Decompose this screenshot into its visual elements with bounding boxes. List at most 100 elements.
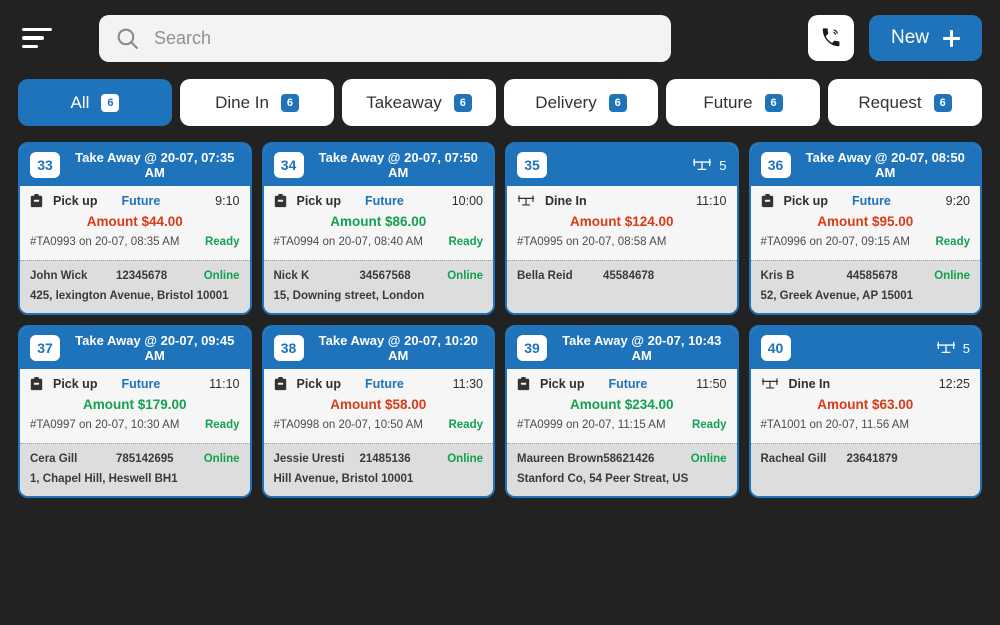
- customer-phone: 34567568: [360, 270, 411, 282]
- order-ticket-row: #TA0993 on 20-07, 08:35 AM Ready: [30, 236, 240, 253]
- pickup-bag-icon: [274, 377, 287, 391]
- order-header-title: Take Away @ 20-07, 07:50 AM: [314, 150, 484, 180]
- pickup-bag-icon: [517, 377, 530, 391]
- tab-all[interactable]: All 6: [18, 79, 172, 126]
- customer-name: Bella Reid: [517, 270, 603, 282]
- tab-takeaway[interactable]: Takeaway 6: [342, 79, 496, 126]
- order-card-38[interactable]: 38 Take Away @ 20-07, 10:20 AM: [262, 325, 496, 498]
- order-time: 11:50: [696, 377, 726, 391]
- order-card-grid: 33 Take Away @ 20-07, 07:35 AM: [0, 126, 1000, 498]
- order-ticket-row: #TA0994 on 20-07, 08:40 AM Ready: [274, 236, 484, 253]
- tab-label: Takeaway: [366, 93, 442, 113]
- order-time: 11:10: [209, 377, 239, 391]
- order-channel-label: Online: [934, 270, 970, 282]
- order-ticket-id: #TA0995 on 20-07, 08:58 AM: [517, 236, 666, 248]
- order-status-badge: Ready: [448, 236, 483, 248]
- new-order-button[interactable]: New: [869, 15, 982, 61]
- phone-call-button[interactable]: [808, 15, 854, 61]
- order-channel-label: Online: [204, 453, 240, 465]
- customer-row: Racheal Gill 23641879: [761, 453, 971, 465]
- table-number: 5: [719, 158, 726, 173]
- pickup-bag-icon: [30, 377, 43, 391]
- tab-count-badge: 6: [454, 94, 472, 112]
- order-amount: Amount $124.00: [517, 214, 727, 229]
- order-mode-row: Pick up Future 9:20: [761, 194, 971, 208]
- order-time: 12:25: [939, 377, 970, 391]
- customer-name: Cera Gill: [30, 453, 116, 465]
- table-number: 5: [963, 341, 970, 356]
- dining-table-icon: [517, 195, 535, 208]
- order-status-badge: Ready: [692, 419, 727, 431]
- order-ticket-id: #TA0997 on 20-07, 10:30 AM: [30, 419, 179, 431]
- order-mode-label: Pick up: [297, 377, 341, 391]
- order-status-badge: Ready: [205, 236, 240, 248]
- tab-request[interactable]: Request 6: [828, 79, 982, 126]
- tab-count-badge: 6: [101, 94, 119, 112]
- customer-name: Kris B: [761, 270, 847, 282]
- customer-row: Kris B 44585678 Online: [761, 270, 971, 282]
- tab-future[interactable]: Future 6: [666, 79, 820, 126]
- order-card-footer: Nick K 34567568 Online 15, Downing stree…: [264, 260, 494, 313]
- dining-table-icon: [692, 158, 712, 173]
- order-number-badge: 39: [517, 335, 547, 361]
- order-ticket-row: #TA0998 on 20-07, 10:50 AM Ready: [274, 419, 484, 436]
- order-card-body: Dine In 12:25 Amount $63.00 #TA1001 on 2…: [751, 369, 981, 443]
- order-card-39[interactable]: 39 Take Away @ 20-07, 10:43 AM: [505, 325, 739, 498]
- customer-row: Nick K 34567568 Online: [274, 270, 484, 282]
- order-card-header: 40 5: [751, 327, 981, 369]
- customer-name: Maureen Brown: [517, 453, 603, 465]
- tab-count-badge: 6: [765, 94, 783, 112]
- order-status-badge: Ready: [448, 419, 483, 431]
- order-channel-label: Online: [447, 270, 483, 282]
- order-card-37[interactable]: 37 Take Away @ 20-07, 09:45 AM: [18, 325, 252, 498]
- search-icon: [115, 26, 140, 51]
- order-channel-label: Online: [204, 270, 240, 282]
- order-card-36[interactable]: 36 Take Away @ 20-07, 08:50 AM: [749, 142, 983, 315]
- order-card-footer: Maureen Brown 58621426 Online Stanford C…: [507, 443, 737, 496]
- order-card-33[interactable]: 33 Take Away @ 20-07, 07:35 AM: [18, 142, 252, 315]
- order-amount: Amount $86.00: [274, 214, 484, 229]
- tab-delivery[interactable]: Delivery 6: [504, 79, 658, 126]
- hamburger-menu-icon[interactable]: [22, 16, 66, 60]
- order-ticket-id: #TA0996 on 20-07, 09:15 AM: [761, 236, 910, 248]
- order-card-body: Dine In 11:10 Amount $124.00 #TA0995 on …: [507, 186, 737, 260]
- order-number-badge: 40: [761, 335, 791, 361]
- customer-address: 52, Greek Avenue, AP 15001: [761, 290, 971, 302]
- customer-phone: 12345678: [116, 270, 167, 282]
- order-card-40[interactable]: 40 5: [749, 325, 983, 498]
- order-amount: Amount $179.00: [30, 397, 240, 412]
- dining-table-icon: [761, 378, 779, 391]
- order-mode-label: Pick up: [540, 377, 584, 391]
- search-input[interactable]: [154, 28, 655, 49]
- order-header-title: Take Away @ 20-07, 10:20 AM: [314, 333, 484, 363]
- tab-dine-in[interactable]: Dine In 6: [180, 79, 334, 126]
- order-ticket-row: #TA0999 on 20-07, 11:15 AM Ready: [517, 419, 727, 436]
- order-card-footer: Bella Reid 45584678: [507, 260, 737, 313]
- order-future-label: Future: [121, 194, 160, 208]
- order-channel-label: Online: [691, 453, 727, 465]
- order-status-badge: Ready: [935, 236, 970, 248]
- order-card-header: 33 Take Away @ 20-07, 07:35 AM: [20, 144, 250, 186]
- order-number-badge: 37: [30, 335, 60, 361]
- order-future-label: Future: [121, 377, 160, 391]
- search-bar[interactable]: [99, 15, 671, 62]
- order-card-footer: Kris B 44585678 Online 52, Greek Avenue,…: [751, 260, 981, 313]
- order-card-body: Pick up Future 10:00 Amount $86.00 #TA09…: [264, 186, 494, 260]
- order-mode-row: Dine In 12:25: [761, 377, 971, 391]
- order-card-34[interactable]: 34 Take Away @ 20-07, 07:50 AM: [262, 142, 496, 315]
- customer-phone: 58621426: [603, 453, 654, 465]
- order-card-header: 36 Take Away @ 20-07, 08:50 AM: [751, 144, 981, 186]
- order-future-label: Future: [608, 377, 647, 391]
- order-ticket-row: #TA0996 on 20-07, 09:15 AM Ready: [761, 236, 971, 253]
- order-card-header: 35 5: [507, 144, 737, 186]
- customer-row: John Wick 12345678 Online: [30, 270, 240, 282]
- order-card-header: 38 Take Away @ 20-07, 10:20 AM: [264, 327, 494, 369]
- order-card-35[interactable]: 35 5: [505, 142, 739, 315]
- customer-address: 15, Downing street, London: [274, 290, 484, 302]
- order-ticket-id: #TA0993 on 20-07, 08:35 AM: [30, 236, 179, 248]
- order-mode-label: Pick up: [784, 194, 828, 208]
- order-time: 9:10: [215, 194, 239, 208]
- customer-phone: 45584678: [603, 270, 654, 282]
- order-ticket-row: #TA0995 on 20-07, 08:58 AM: [517, 236, 727, 253]
- order-ticket-id: #TA0998 on 20-07, 10:50 AM: [274, 419, 423, 431]
